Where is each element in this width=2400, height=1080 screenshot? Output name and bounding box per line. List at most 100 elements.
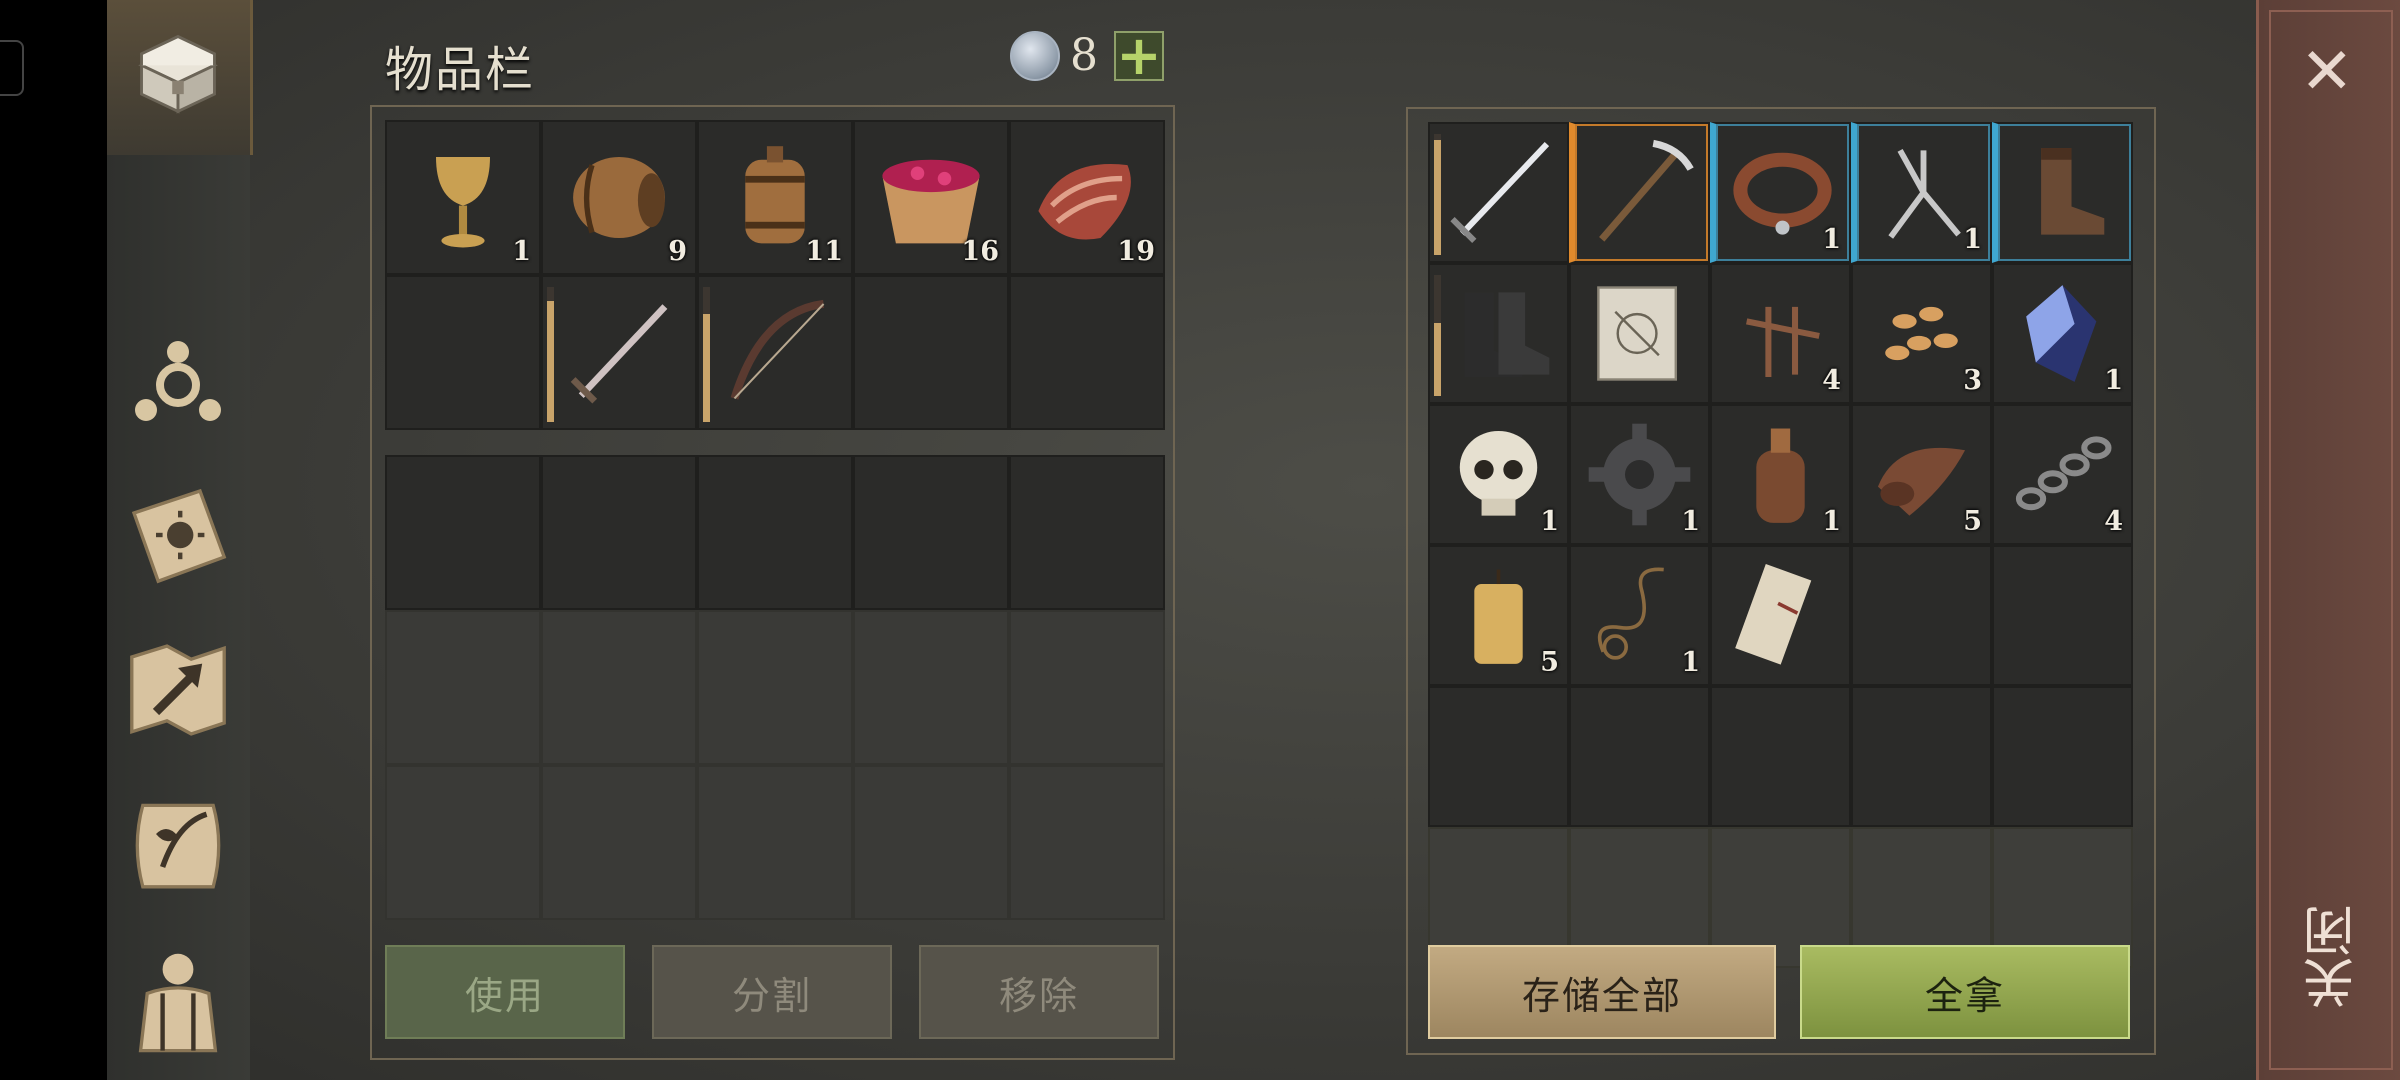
item-quantity: 1: [1822, 506, 1841, 537]
back-tab-edge[interactable]: [0, 40, 24, 96]
empty-slot[interactable]: [1851, 686, 1992, 827]
goblet-icon: [395, 130, 531, 265]
close-label[interactable]: 关闭: [2296, 905, 2371, 1009]
storage-slot[interactable]: 4: [1710, 263, 1851, 404]
pickaxe-icon: [1583, 132, 1700, 253]
sword-icon: [551, 285, 687, 420]
inventory-locked-grid: [385, 455, 1165, 920]
locked-slot[interactable]: [697, 765, 853, 920]
empty-slot[interactable]: [1428, 686, 1569, 827]
use-button[interactable]: 使用: [385, 945, 625, 1039]
storage-slot[interactable]: 1: [1569, 545, 1710, 686]
storage-slot[interactable]: 5: [1428, 545, 1569, 686]
item-quantity: 3: [1963, 365, 1982, 396]
inventory-slot[interactable]: 16: [853, 120, 1009, 275]
storage-slot[interactable]: 1: [1710, 122, 1851, 263]
item-quantity: 1: [1822, 224, 1841, 255]
storage-slot[interactable]: 4: [1992, 404, 2133, 545]
side-nav: [107, 0, 253, 1080]
silver-coin-icon: [1010, 30, 1060, 81]
inventory-slot[interactable]: 9: [541, 120, 697, 275]
store-all-button[interactable]: 存储全部: [1428, 945, 1776, 1039]
inventory-slot[interactable]: [1009, 275, 1165, 430]
empty-slot[interactable]: [1710, 686, 1851, 827]
inventory-slot[interactable]: [697, 275, 853, 430]
clan-icon[interactable]: [123, 325, 233, 435]
page-title: 物品栏: [385, 42, 536, 98]
empty-slot[interactable]: [1569, 686, 1710, 827]
storage-slot[interactable]: [1992, 545, 2133, 686]
locked-slot[interactable]: [385, 610, 541, 765]
locked-slot[interactable]: [853, 765, 1009, 920]
storage-slot[interactable]: [1992, 122, 2133, 263]
storage-slot[interactable]: 1: [1710, 404, 1851, 545]
item-quantity: 1: [2104, 365, 2123, 396]
empty-slot[interactable]: [853, 455, 1009, 610]
item-quantity: 1: [1681, 647, 1700, 678]
locked-slot[interactable]: [541, 610, 697, 765]
item-quantity: 1: [512, 236, 531, 267]
storage-slot[interactable]: 5: [1851, 404, 1992, 545]
empty-slot[interactable]: [1992, 686, 2133, 827]
currency-display: 8 +: [1010, 28, 1164, 82]
bow-icon: [707, 285, 843, 420]
empty-slot[interactable]: [385, 455, 541, 610]
storage-slot[interactable]: 1: [1992, 263, 2133, 404]
currency-count: 8: [1070, 30, 1098, 81]
storage-slot[interactable]: 1: [1569, 404, 1710, 545]
locked-slot[interactable]: [541, 765, 697, 920]
skills-book-icon[interactable]: [123, 480, 233, 590]
character-icon[interactable]: [123, 945, 233, 1055]
item-quantity: 1: [1681, 506, 1700, 537]
storage-grid: 1 1 4 3 1 1 1 1 5 4 5 1: [1428, 122, 2133, 686]
quests-scroll-icon[interactable]: [123, 790, 233, 900]
leather-boots-icon: [2006, 132, 2123, 253]
storage-slot[interactable]: [1710, 545, 1851, 686]
barrel-icon: [551, 130, 687, 265]
take-all-button[interactable]: 全拿: [1800, 945, 2130, 1039]
empty-slot[interactable]: [1009, 455, 1165, 610]
storage-slot[interactable]: [1569, 122, 1710, 263]
nav-tab-inventory[interactable]: [107, 0, 253, 155]
item-quantity: 4: [1822, 365, 1841, 396]
locked-slot[interactable]: [853, 610, 1009, 765]
close-icon[interactable]: ✕: [2300, 40, 2354, 104]
storage-slot[interactable]: 1: [1851, 122, 1992, 263]
item-quantity: 19: [1117, 236, 1155, 267]
split-button[interactable]: 分割: [652, 945, 892, 1039]
storage-slot[interactable]: [1569, 263, 1710, 404]
item-quantity: 1: [1963, 224, 1982, 255]
add-currency-button[interactable]: +: [1114, 28, 1164, 82]
item-quantity: 4: [2104, 506, 2123, 537]
steel-sword-icon: [1438, 132, 1559, 253]
inventory-slot[interactable]: [541, 275, 697, 430]
dark-boots-icon: [1438, 273, 1559, 394]
empty-slot[interactable]: [697, 455, 853, 610]
storage-slot[interactable]: [1428, 122, 1569, 263]
locked-slot[interactable]: [1009, 765, 1165, 920]
locked-slot[interactable]: [1009, 610, 1165, 765]
crafting-map-icon[interactable]: [123, 635, 233, 745]
durability-bar: [1434, 140, 1441, 255]
item-quantity: 9: [668, 236, 687, 267]
item-quantity: 11: [805, 236, 843, 267]
locked-slot[interactable]: [697, 610, 853, 765]
storage-slot[interactable]: [1851, 545, 1992, 686]
blueprint-icon: [1579, 273, 1700, 394]
locked-slot[interactable]: [385, 765, 541, 920]
remove-button[interactable]: 移除: [919, 945, 1159, 1039]
storage-slot[interactable]: [1428, 263, 1569, 404]
inventory-slot[interactable]: 19: [1009, 120, 1165, 275]
storage-empty-grid: [1428, 686, 2133, 968]
inventory-slot[interactable]: 11: [697, 120, 853, 275]
empty-slot[interactable]: [541, 455, 697, 610]
inventory-slot[interactable]: [853, 275, 1009, 430]
item-quantity: 1: [1540, 506, 1559, 537]
durability-bar: [703, 314, 710, 422]
item-quantity: 5: [1540, 647, 1559, 678]
inventory-slot[interactable]: [385, 275, 541, 430]
storage-slot[interactable]: 3: [1851, 263, 1992, 404]
storage-slot[interactable]: 1: [1428, 404, 1569, 545]
inventory-slot[interactable]: 1: [385, 120, 541, 275]
item-quantity: 16: [961, 236, 999, 267]
